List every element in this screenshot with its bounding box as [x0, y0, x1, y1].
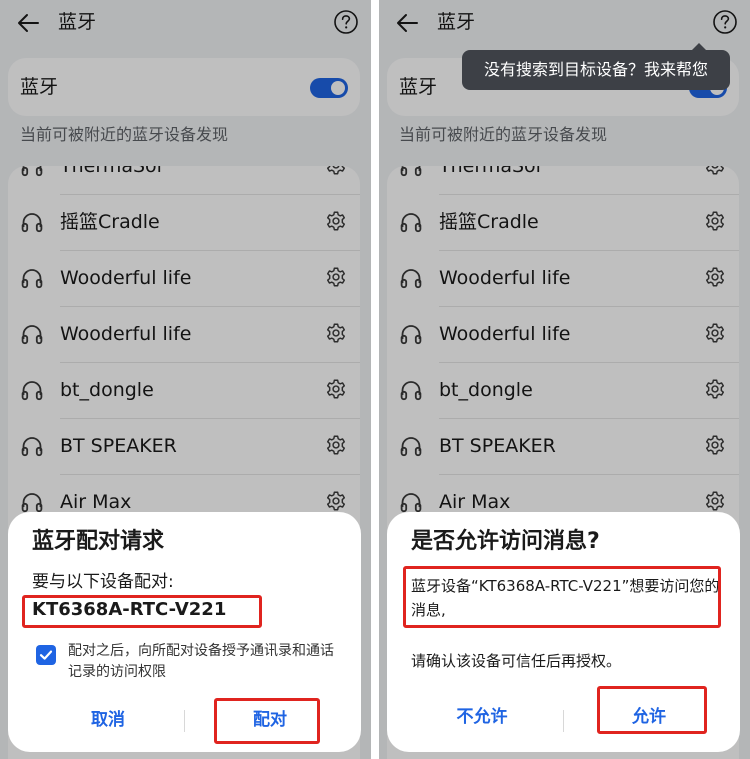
grant-access-checkbox[interactable] — [36, 645, 56, 665]
dialog-confirm-text: 请确认该设备可信任后再授权。 — [411, 652, 622, 670]
bluetooth-settings-screen-left: 蓝牙 蓝牙 当前可被附近的蓝牙设备发现 ThermaSol 摇篮Cradle W… — [0, 0, 371, 759]
tooltip-arrow — [692, 43, 706, 50]
grant-access-label: 配对之后，向所配对设备授予通讯录和通话记录的访问权限 — [68, 643, 334, 680]
bluetooth-settings-screen-right: 蓝牙 蓝牙 当前可被附近的蓝牙设备发现 ThermaSol 摇篮Cradle W… — [379, 0, 750, 759]
dialog-title: 蓝牙配对请求 — [32, 529, 165, 554]
button-divider — [563, 710, 564, 732]
cancel-button[interactable]: 取消 — [58, 702, 158, 738]
highlight-box — [403, 566, 721, 628]
check-icon — [39, 650, 53, 660]
dialog-title: 是否允许访问消息? — [411, 529, 600, 554]
highlight-box — [22, 595, 262, 628]
deny-button[interactable]: 不允许 — [427, 699, 537, 735]
button-divider — [184, 710, 185, 732]
pairing-request-dialog: 蓝牙配对请求 要与以下设备配对: KT6368A-RTC-V221 配对之后，向… — [8, 512, 361, 752]
highlight-box — [214, 698, 320, 744]
help-tooltip-text: 没有搜索到目标设备？我来帮您 — [483, 60, 708, 79]
message-access-dialog: 是否允许访问消息? 蓝牙设备“KT6368A-RTC-V221”想要访问您的消息… — [387, 512, 740, 752]
dialog-subtitle: 要与以下设备配对: — [32, 572, 174, 592]
highlight-box — [597, 686, 707, 734]
help-tooltip[interactable]: 没有搜索到目标设备？我来帮您 — [462, 43, 730, 90]
